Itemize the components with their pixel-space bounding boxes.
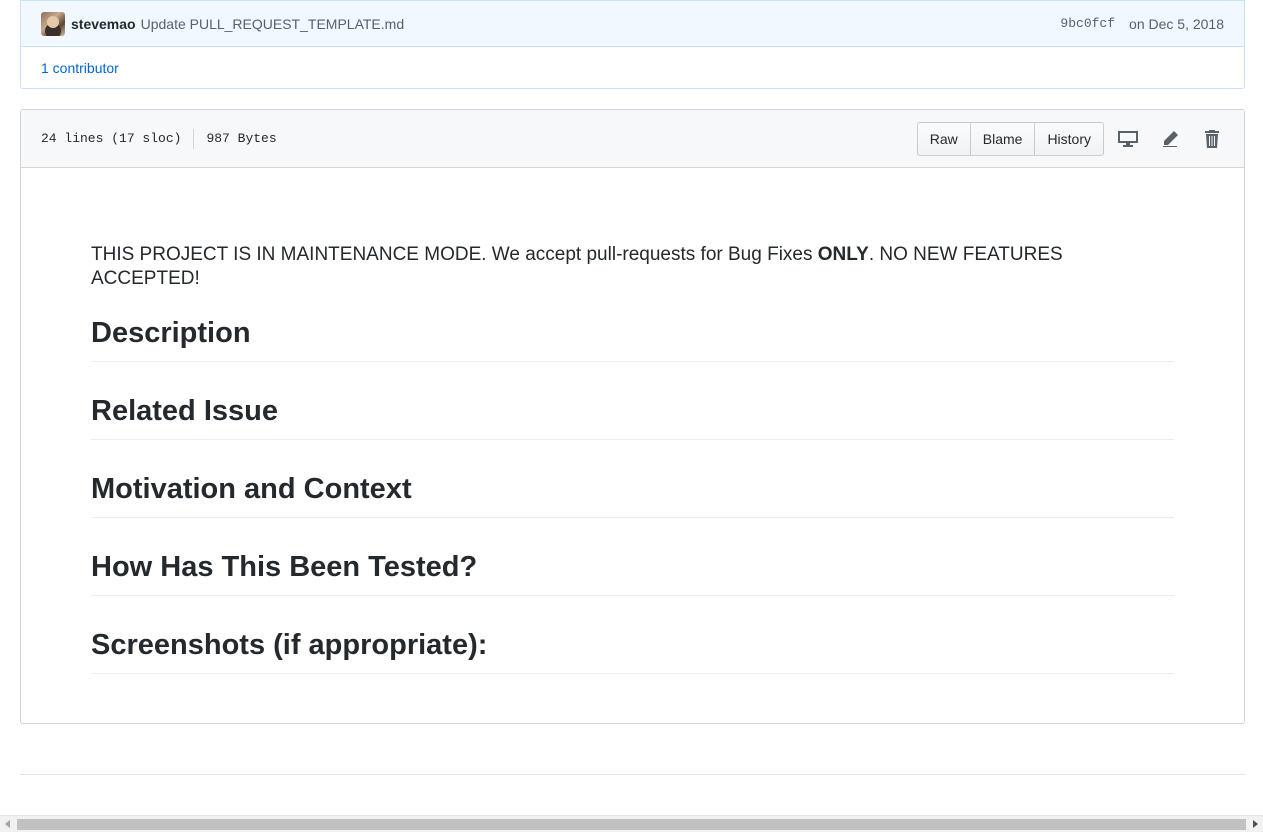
footer-divider <box>20 774 1245 775</box>
heading-description: Description <box>91 315 1174 362</box>
file-lines-info: 24 lines (17 sloc) <box>41 131 182 146</box>
file-box: 24 lines (17 sloc) 987 Bytes Raw Blame H… <box>20 109 1245 724</box>
blame-button[interactable]: Blame <box>969 121 1036 156</box>
file-info-divider <box>193 128 195 149</box>
file-actions: Raw Blame History <box>916 121 1224 156</box>
heading-motivation-context: Motivation and Context <box>91 471 1174 518</box>
commit-date: on Dec 5, 2018 <box>1129 15 1224 32</box>
contributors-link[interactable]: 1 contributor <box>41 60 119 76</box>
heading-screenshots: Screenshots (if appropriate): <box>91 627 1174 674</box>
desktop-icon[interactable] <box>1116 127 1140 151</box>
history-button[interactable]: History <box>1034 121 1104 156</box>
notice-text-prefix: THIS PROJECT IS IN MAINTENANCE MODE. We … <box>91 244 818 265</box>
commit-bar: stevemao Update PULL_REQUEST_TEMPLATE.md… <box>21 1 1244 47</box>
file-button-group: Raw Blame History <box>916 121 1104 156</box>
trash-icon[interactable] <box>1200 127 1224 151</box>
file-size: 987 Bytes <box>206 131 277 146</box>
file-header: 24 lines (17 sloc) 987 Bytes Raw Blame H… <box>21 110 1244 168</box>
pencil-icon[interactable] <box>1158 127 1182 151</box>
notice-bold-only: ONLY <box>817 244 869 265</box>
avatar[interactable] <box>41 11 65 36</box>
contributors-row: 1 contributor <box>21 47 1244 88</box>
readme-content: THIS PROJECT IS IN MAINTENANCE MODE. We … <box>21 168 1244 674</box>
commit-meta: 9bc0fcf on Dec 5, 2018 <box>1060 16 1224 32</box>
heading-related-issue: Related Issue <box>91 393 1174 440</box>
commit-message-link[interactable]: Update PULL_REQUEST_TEMPLATE.md <box>141 16 405 32</box>
raw-button[interactable]: Raw <box>916 121 971 156</box>
scrollbar-thumb[interactable] <box>17 819 1246 830</box>
horizontal-scrollbar[interactable] <box>0 815 1263 832</box>
latest-commit-box: stevemao Update PULL_REQUEST_TEMPLATE.md… <box>20 0 1245 89</box>
commit-sha-link[interactable]: 9bc0fcf <box>1060 16 1115 31</box>
scroll-right-arrow-icon[interactable] <box>1253 820 1258 828</box>
heading-how-tested: How Has This Been Tested? <box>91 549 1174 596</box>
commit-author-link[interactable]: stevemao <box>71 16 136 32</box>
scroll-left-arrow-icon[interactable] <box>5 820 10 828</box>
maintenance-notice: THIS PROJECT IS IN MAINTENANCE MODE. We … <box>91 243 1174 291</box>
